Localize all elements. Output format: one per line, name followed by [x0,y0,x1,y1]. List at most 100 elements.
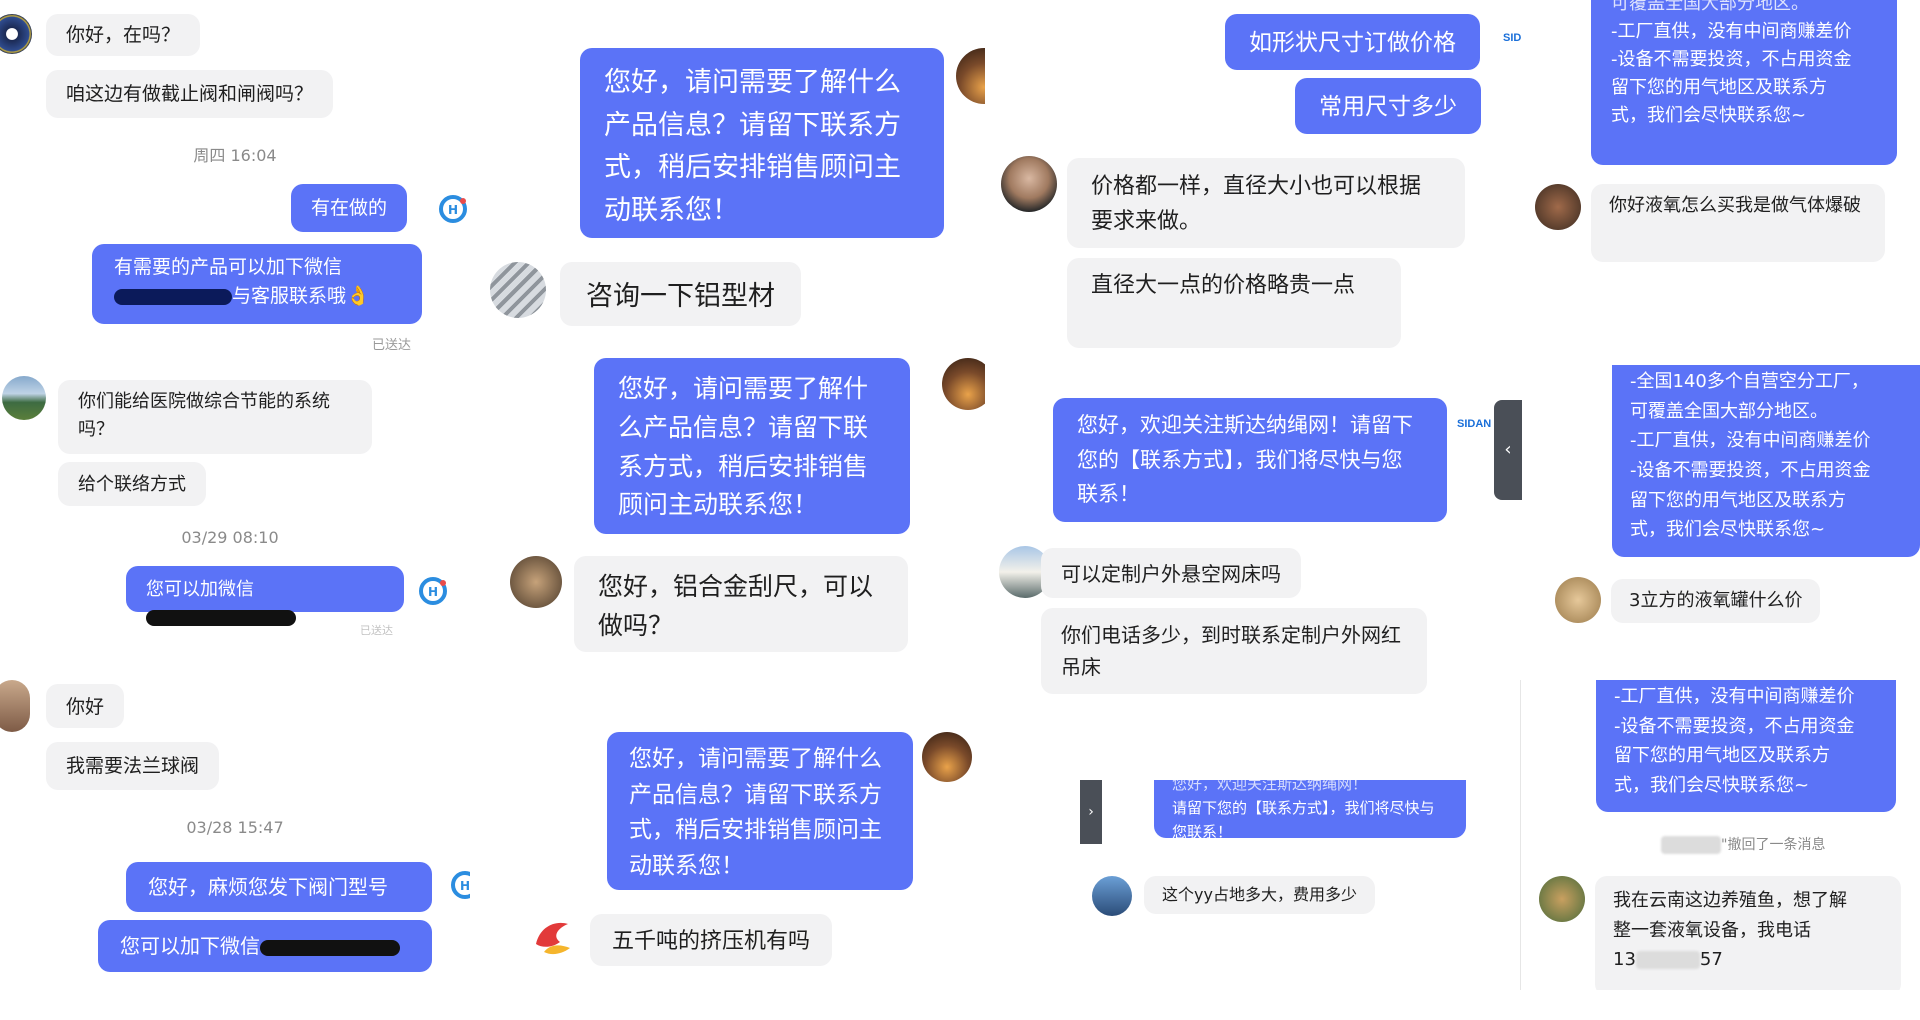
message-line: 吗？ [78,418,114,440]
chat-panel-1: 你好，在吗？ 咱这边有做截止阀和闸阀吗？ 周四 16:04 有在做的 H 有需要… [0,0,470,1020]
incoming-message: 可以定制户外悬空网床吗 [1041,548,1301,598]
message-line: 留下您的用气地区及联系方 [1630,489,1846,511]
incoming-message: 3立方的液氧罐什么价 [1611,579,1821,623]
incoming-message: 你好 [46,684,125,728]
chat-panel-4-bottom: -工厂直供，没有中间商赚差价 -设备不需要投资，不占用资金 留下您的用气地区及联… [1520,680,1920,990]
auto-reply-message: 您好，欢迎关注斯达纳绳网！请留下您的【联系方式】，我们将尽快与您联系！ [1053,398,1447,522]
incoming-message: 我需要法兰球阀 [46,742,220,790]
message-line: 您好，欢迎关注斯达纳绳网！ [1172,780,1368,793]
timestamp: 03/28 15:47 [186,818,284,837]
hand-emoji-icon: 👌 [346,285,370,308]
incoming-message: 你好液氧怎么买我是做气体爆破 [1591,184,1885,262]
auto-reply-message: 您好，欢迎关注斯达纳绳网！ 请留下您的【联系方式】，我们将尽快与您联系！ [1154,780,1466,841]
carousel-arrow-left[interactable]: ‹ [1494,400,1522,500]
carousel-arrow-right[interactable]: › [1080,780,1102,844]
avatar[interactable] [0,14,32,54]
outgoing-message: 您可以加微信 [126,566,404,626]
recall-notice: "撤回了一条消息 [1661,834,1825,854]
brand-logo-icon: SID [1503,32,1522,44]
incoming-message: 直径大一点的价格略贵一点 [1067,258,1401,348]
redacted-wechat-id [114,288,232,305]
brand-logo-icon: H [438,194,468,224]
svg-text:H: H [460,879,470,893]
message-text: 与客服联系哦 [232,285,347,308]
outgoing-message: 如形状尺寸订做价格 [1225,14,1480,70]
outgoing-message: 您好，麻烦您发下阀门型号 [126,862,432,912]
message-line: -设备不需要投资，不占用资金 [1630,460,1871,482]
message-line: 留下您的用气地区及联系方 [1611,76,1827,98]
message-line: -设备不需要投资，不占用资金 [1611,48,1852,70]
message-line: -工厂直供，没有中间商赚差价 [1611,20,1852,42]
message-line: 可覆盖全国大部分地区。 [1611,0,1809,14]
incoming-message: 给个联络方式 [58,462,206,506]
avatar[interactable] [1092,876,1132,916]
outgoing-message: 常用尺寸多少 [1295,78,1481,134]
message-line: -设备不需要投资，不占用资金 [1614,715,1855,737]
redacted-wechat-id [260,939,400,956]
avatar[interactable] [1001,156,1057,212]
incoming-message: 我在云南这边养殖鱼，想了解 整一套液氧设备，我电话 13 57 [1595,876,1901,990]
blurred-phone [1635,951,1700,970]
incoming-message: 咨询一下铝型材 [560,262,801,326]
incoming-message: 五千吨的挤压机有吗 [590,914,833,966]
outgoing-message: 您可以加下微信 [98,920,432,972]
outgoing-message: 有需要的产品可以加下微信 与客服联系哦👌 [92,244,422,324]
incoming-message: 你们电话多少，到时联系定制户外网红吊床 [1041,608,1427,694]
phone-prefix: 13 [1613,949,1636,971]
auto-reply-message: 您好，请问需要了解什么产品信息？请留下联系方式，稍后安排销售顾问主动联系您！ [607,732,913,890]
avatar[interactable] [922,732,972,782]
avatar[interactable] [490,262,546,318]
avatar[interactable] [942,358,985,410]
svg-text:H: H [428,585,438,599]
incoming-message: 你好，在吗？ [46,14,201,56]
brand-logo-icon: H [450,870,470,900]
avatar[interactable] [1555,577,1601,623]
avatar[interactable] [0,680,30,732]
auto-reply-message: -全国140多个自营空分工厂， 可覆盖全国大部分地区。 -工厂直供，没有中间商赚… [1612,365,1920,557]
message-line: 式，我们会尽快联系您~ [1630,519,1826,541]
incoming-message: 你们能给医院做综合节能的系统 吗？ [58,380,372,454]
delivery-status: 已送达 [372,338,412,353]
message-text: 您可以加下微信 [120,934,260,958]
chat-panel-4-mid: -全国140多个自营空分工厂， 可覆盖全国大部分地区。 -工厂直供，没有中间商赚… [1535,365,1920,635]
message-line: 请留下您的【联系方式】，我们将尽快与您联系！ [1172,799,1435,841]
incoming-message: 您好，铝合金刮尺，可以做吗？ [574,556,908,652]
chat-panel-4-top: 可覆盖全国大部分地区。 -工厂直供，没有中间商赚差价 -设备不需要投资，不占用资… [1535,0,1920,275]
auto-reply-message: 您好，请问需要了解什么产品信息？请留下联系方式，稍后安排销售顾问主动联系您！ [594,358,910,534]
svg-text:H: H [448,203,458,217]
avatar[interactable] [510,556,562,608]
message-line: 整一套液氧设备，我电话 [1613,919,1811,941]
phone-suffix: 57 [1699,949,1723,971]
message-line: 你们能给医院做综合节能的系统 [78,391,330,412]
message-line: 可覆盖全国大部分地区。 [1630,400,1828,422]
outgoing-message: 有在做的 [291,184,408,232]
avatar[interactable] [1539,876,1585,922]
avatar[interactable] [956,48,985,104]
chat-panel-3: 如形状尺寸订做价格 SID 常用尺寸多少 价格都一样，直径大小也可以根据要求来做… [995,0,1525,770]
chat-panel-3b: › 您好，欢迎关注斯达纳绳网！ 请留下您的【联系方式】，我们将尽快与您联系！ 这… [1080,780,1540,930]
message-text: 您可以加微信 [146,579,254,600]
chat-panel-2: 您好，请问需要了解什么产品信息？请留下联系方式，稍后安排销售顾问主动联系您！ 咨… [480,0,985,1020]
message-line: 式，我们会尽快联系您~ [1611,104,1807,126]
message-line: -工厂直供，没有中间商赚差价 [1630,430,1871,452]
message-line: 与客服联系哦👌 [114,282,400,311]
blurred-name [1661,836,1721,854]
auto-reply-message: -工厂直供，没有中间商赚差价 -设备不需要投资，不占用资金 留下您的用气地区及联… [1596,680,1896,812]
redacted-wechat-id [146,609,296,626]
avatar[interactable] [2,376,46,420]
avatar[interactable] [1535,184,1581,230]
message-line: -全国140多个自营空分工厂， [1630,371,1869,392]
auto-reply-message: 可覆盖全国大部分地区。 -工厂直供，没有中间商赚差价 -设备不需要投资，不占用资… [1591,0,1897,165]
message-line: 13 57 [1613,945,1883,975]
message-line: -工厂直供，没有中间商赚差价 [1614,686,1855,707]
incoming-message: 这个yy占地多大，费用多少 [1144,876,1375,914]
incoming-message: 价格都一样，直径大小也可以根据要求来做。 [1067,158,1465,248]
brand-logo-icon: SIDAN [1457,418,1492,430]
timestamp: 周四 16:04 [193,146,277,165]
message-line: 式，我们会尽快联系您~ [1614,775,1810,797]
brand-logo-icon: H [418,576,448,606]
auto-reply-message: 您好，请问需要了解什么产品信息？请留下联系方式，稍后安排销售顾问主动联系您！ [580,48,944,238]
message-line: 留下您的用气地区及联系方 [1614,745,1830,767]
message-line: 有需要的产品可以加下微信 [114,256,343,278]
incoming-message: 咱这边有做截止阀和闸阀吗？ [46,70,334,118]
